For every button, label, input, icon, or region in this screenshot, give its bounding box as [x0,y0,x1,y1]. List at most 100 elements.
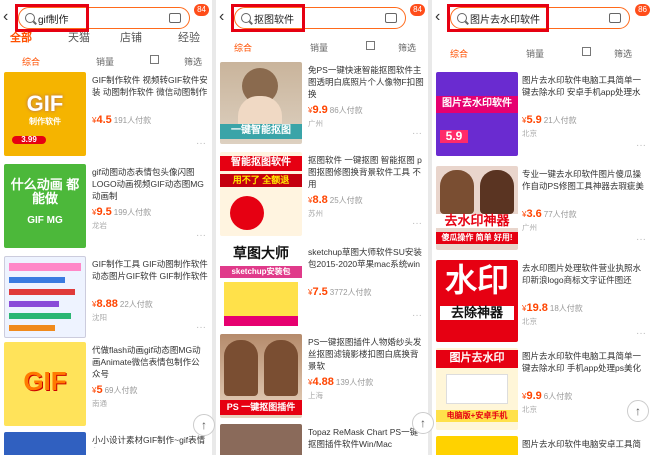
product-thumbnail[interactable]: GIF 制作软件 3.99 [4,72,86,156]
product-thumbnail[interactable]: 什么动画 都能做 GIF MG [4,164,86,248]
product-thumbnail[interactable]: 智能抠图软件 用不了 全额退 [220,152,302,236]
more-options-icon[interactable]: ··· [412,128,649,139]
item-price-row: ¥9.9 86人付款 [308,104,363,116]
tab-all[interactable]: 全部 [10,29,32,45]
thumbnail-subtext: GIF MG [27,215,63,226]
item-sold-count: 69人付款 [104,386,138,395]
back-to-top-icon[interactable]: ↑ [193,414,215,436]
item-title[interactable]: 图片去水印软件电脑工具简单一键去除水印 安卓手机app处理水 [522,74,649,110]
back-to-top-icon[interactable]: ↑ [627,400,649,422]
sort-sales[interactable]: 销量 [310,41,328,54]
item-price-row: ¥9.5 199人付款 [92,206,152,218]
grid-view-icon[interactable] [150,55,159,64]
thumbnail-portrait [440,170,474,214]
more-options-icon[interactable]: ··· [412,310,649,321]
item-info: 代做flash动画gif动态图MG动画Animate微信表情包制作公众号 ¥5 6… [92,344,208,409]
item-sold-count: 21人付款 [543,116,577,125]
tab-shops[interactable]: 店铺 [120,29,142,45]
product-thumbnail[interactable] [4,256,86,338]
item-title[interactable]: 去水印图片处理软件营业执照水印新浪logo商标文字证件图还 [522,262,649,298]
sort-sales[interactable]: 销量 [526,47,544,60]
item-title[interactable]: 抠图软件 一键抠图 智能抠图 p图抠图修图换背景软件工具 不用 [308,154,424,190]
more-options-icon[interactable]: ··· [196,138,649,149]
item-title[interactable]: Topaz ReMask Chart PS一键抠图插件软件Win/Mac [308,426,424,452]
sort-comprehensive[interactable]: 综合 [234,41,252,54]
tab-experience[interactable]: 经验 [178,29,200,45]
message-count-badge[interactable]: 86 [635,4,650,16]
camera-icon[interactable] [169,13,181,23]
item-price-row: ¥8.8 25人付款 [308,194,363,206]
filter-button[interactable]: 筛选 [614,47,632,60]
item-price: 5 [96,384,103,396]
more-options-icon[interactable]: ··· [636,234,649,245]
item-title[interactable]: GIF制作软件 视频转GIF软件安装 动图制作软件 微信动图制作 [92,74,208,110]
thumbnail-banner [224,282,298,316]
message-count-badge[interactable]: 84 [194,4,209,16]
item-location: 苏州 [308,209,323,218]
sort-sales[interactable]: 销量 [96,55,114,68]
back-to-top-icon[interactable]: ↑ [412,412,434,434]
filter-button[interactable]: 筛选 [398,41,416,54]
search-icon [241,13,251,23]
product-thumbnail[interactable] [436,436,518,455]
search-box[interactable]: 抠图软件 [231,4,406,32]
item-sold-count: 86人付款 [329,106,363,115]
product-thumbnail[interactable]: GIF [4,342,86,426]
item-info: PS一键抠图插件人物婚纱头发丝抠图滤镜影楼扣图白底换背景软 ¥4.88 139人付… [308,336,424,401]
item-info: GIF制作软件 视频转GIF软件安装 动图制作软件 微信动图制作 ¥4.5 191… [92,74,208,126]
sort-comprehensive[interactable]: 综合 [22,55,40,68]
search-query[interactable]: gif制作 [38,11,69,26]
item-price: 4.5 [96,114,112,126]
item-title[interactable]: 专业一键去水印软件图片傻瓜操作自动PS修图工具神器去瑕疵美 [522,168,649,204]
back-arrow-icon[interactable]: ‹ [435,8,440,26]
item-title[interactable]: sketchup草图大师软件SU安装包2015-2020苹果mac系统win [308,246,424,282]
item-location: 广州 [308,119,323,128]
item-title[interactable]: 图片去水印软件电脑工具简单一键去除水印 手机app处理ps美化 [522,350,649,386]
camera-icon[interactable] [385,13,397,23]
item-price-row: ¥4.5 191人付款 [92,114,152,126]
item-info: 图片去水印软件电脑安卓工具简 [522,438,649,452]
search-icon [25,13,35,23]
search-box[interactable]: 图片去水印软件 [447,4,630,32]
product-thumbnail[interactable]: 图片去水印 电脑版+安卓手机 [436,348,518,430]
item-info: gif动图动态表情包头像闪图LOGO动画视频GIF动态图MG动画制 ¥9.5 19… [92,166,208,231]
search-query[interactable]: 抠图软件 [254,11,294,26]
more-options-icon[interactable]: ··· [636,328,649,339]
item-title[interactable]: 图片去水印软件电脑安卓工具简 [522,438,649,452]
thumbnail-text: PS 一键抠图插件 [220,400,302,416]
item-price: 8.8 [312,194,328,206]
item-info: 免PS一键快速智能抠图软件主图透明白底照片个人像物F扣图换 ¥9.9 86人付款 … [308,64,424,129]
more-options-icon[interactable]: ··· [196,230,649,241]
item-title[interactable]: GIF制作工具 GIF动图制作软件动态图片GIF软件 GIF制作软件 [92,258,208,294]
more-options-icon[interactable]: ··· [636,140,649,151]
item-price: 9.9 [312,104,328,116]
filter-button[interactable]: 筛选 [184,55,202,68]
product-thumbnail[interactable]: 草图大师 sketchup安装包 [220,244,302,328]
grid-view-icon[interactable] [582,47,591,56]
camera-icon[interactable] [609,13,621,23]
product-thumbnail[interactable]: 一键智能抠图 [220,62,302,144]
item-location: 上海 [308,391,323,400]
item-title[interactable]: PS一键抠图插件人物婚纱头发丝抠图滤镜影楼扣图白底换背景软 [308,336,424,372]
message-count-badge[interactable]: 84 [410,4,425,16]
item-title[interactable]: 免PS一键快速智能抠图软件主图透明白底照片个人像物F扣图换 [308,64,424,100]
more-options-icon[interactable]: ··· [412,218,649,229]
back-arrow-icon[interactable]: ‹ [3,8,8,26]
item-title[interactable]: 代做flash动画gif动态图MG动画Animate微信表情包制作公众号 [92,344,208,380]
item-price-row: ¥5 69人付款 [92,384,138,396]
filter-bar: 综合 销量 筛选 [432,42,653,64]
product-thumbnail[interactable]: PS 一键抠图插件 [220,334,302,418]
item-title[interactable]: gif动图动态表情包头像闪图LOGO动画视频GIF动态图MG动画制 [92,166,208,202]
search-box[interactable]: gif制作 [15,4,190,32]
item-title[interactable]: 小小设计素材GIF制作~gif表情包 [92,434,208,448]
sort-comprehensive[interactable]: 综合 [450,47,468,60]
thumbnail-stripe [9,313,71,319]
product-thumbnail[interactable] [4,432,86,455]
more-options-icon[interactable]: ··· [196,322,649,333]
grid-view-icon[interactable] [366,41,375,50]
search-query[interactable]: 图片去水印软件 [470,11,540,26]
back-arrow-icon[interactable]: ‹ [219,8,224,26]
product-thumbnail[interactable] [220,424,302,455]
item-info: sketchup草图大师软件SU安装包2015-2020苹果mac系统win ¥… [308,246,424,298]
tab-tmall[interactable]: 天猫 [68,29,90,45]
